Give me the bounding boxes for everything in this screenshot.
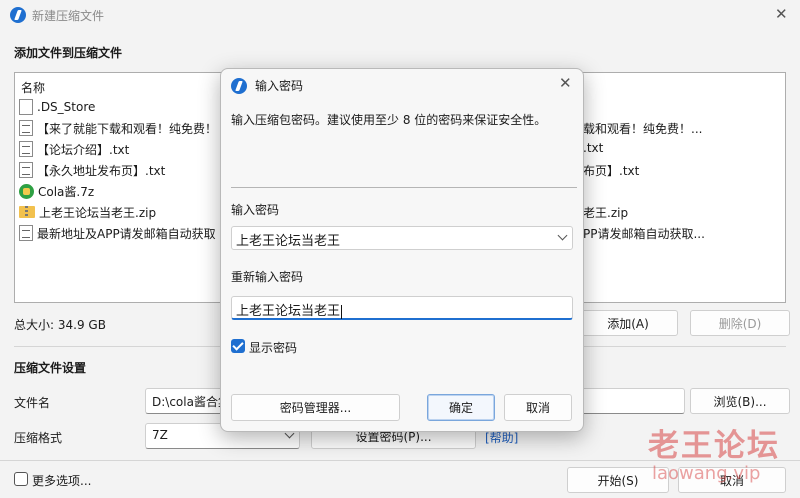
column-header-name[interactable]: 名称	[21, 79, 45, 96]
password-dialog: 输入密码 ✕ 输入压缩包密码。建议使用至少 8 位的密码来保证安全性。 输入密码…	[220, 68, 584, 432]
text-file-icon	[19, 141, 33, 157]
list-item[interactable]: 【来了就能下载和观看！纯免费！	[19, 118, 217, 138]
password-label: 输入密码	[231, 203, 280, 217]
file-name: Cola酱.7z	[38, 184, 95, 199]
7z-archive-icon	[19, 183, 34, 199]
chevron-down-icon[interactable]	[557, 230, 568, 241]
file-name: 【论坛介绍】.txt	[37, 142, 130, 157]
file-name-overflow: PP请发邮箱自动获取...	[583, 227, 705, 241]
app-logo-icon	[10, 7, 26, 23]
window-title: 新建压缩文件	[32, 9, 105, 23]
title-bar: 新建压缩文件 ✕	[0, 0, 800, 30]
dialog-title: 输入密码	[255, 79, 304, 93]
list-item[interactable]: 上老王论坛当老王.zip	[19, 202, 156, 222]
list-item[interactable]: 最新地址及APP请发邮箱自动获取	[19, 223, 216, 243]
dialog-divider	[231, 187, 577, 188]
text-file-icon	[19, 162, 33, 178]
more-options-checkbox[interactable]	[14, 472, 28, 486]
dialog-cancel-button[interactable]: 取消	[504, 394, 572, 421]
add-files-button[interactable]: 添加(A)	[578, 310, 678, 336]
list-item[interactable]: .DS_Store	[19, 97, 95, 117]
total-size-label: 总大小: 34.9 GB	[14, 318, 106, 332]
browse-button[interactable]: 浏览(B)...	[690, 388, 790, 414]
zip-archive-icon	[19, 206, 35, 218]
format-value: 7Z	[152, 428, 168, 442]
archive-settings-title: 压缩文件设置	[14, 361, 87, 375]
text-caret	[341, 304, 343, 319]
file-name: 最新地址及APP请发邮箱自动获取	[37, 226, 216, 241]
watermark-url: laowang.vip	[652, 463, 761, 484]
list-item[interactable]: Cola酱.7z	[19, 181, 94, 201]
list-item[interactable]: 【论坛介绍】.txt	[19, 139, 129, 159]
blank-file-icon	[19, 99, 33, 115]
password-manager-button[interactable]: 密码管理器...	[231, 394, 400, 421]
file-name: 【来了就能下载和观看！纯免费！	[37, 121, 218, 136]
filename-label: 文件名	[14, 396, 51, 410]
file-name: 【永久地址发布页】.txt	[37, 163, 166, 178]
app-logo-icon	[231, 78, 247, 94]
confirm-password-label: 重新输入密码	[231, 270, 304, 284]
delete-files-button[interactable]: 删除(D)	[690, 310, 790, 336]
file-name-overflow: 布页】.txt	[583, 164, 640, 178]
show-password-checkbox[interactable]	[231, 339, 245, 353]
format-label: 压缩格式	[14, 431, 63, 445]
text-file-icon	[19, 120, 33, 136]
ok-button[interactable]: 确定	[427, 394, 495, 421]
more-options-label[interactable]: 更多选项...	[32, 472, 91, 489]
password-value: 上老王论坛当老王	[236, 234, 341, 249]
confirm-password-input[interactable]: 上老王论坛当老王	[231, 296, 573, 320]
dialog-close-icon[interactable]: ✕	[559, 76, 572, 91]
watermark-text: 老王论坛	[648, 428, 780, 464]
show-password-label[interactable]: 显示密码	[249, 339, 297, 356]
file-name-overflow: 老王.zip	[583, 206, 629, 220]
window-close-icon[interactable]: ✕	[775, 7, 788, 22]
text-file-icon	[19, 225, 33, 241]
file-name: .DS_Store	[37, 100, 96, 114]
confirm-password-value: 上老王论坛当老王	[236, 304, 341, 319]
file-name: 上老王论坛当老王.zip	[39, 205, 157, 220]
files-section-title: 添加文件到压缩文件	[14, 46, 123, 60]
file-name-overflow: .txt	[583, 141, 604, 155]
list-item[interactable]: 【永久地址发布页】.txt	[19, 160, 165, 180]
password-input[interactable]: 上老王论坛当老王	[231, 226, 573, 250]
password-hint: 输入压缩包密码。建议使用至少 8 位的密码来保证安全性。	[231, 113, 547, 127]
file-name-overflow: 载和观看！纯免费！...	[583, 122, 703, 136]
